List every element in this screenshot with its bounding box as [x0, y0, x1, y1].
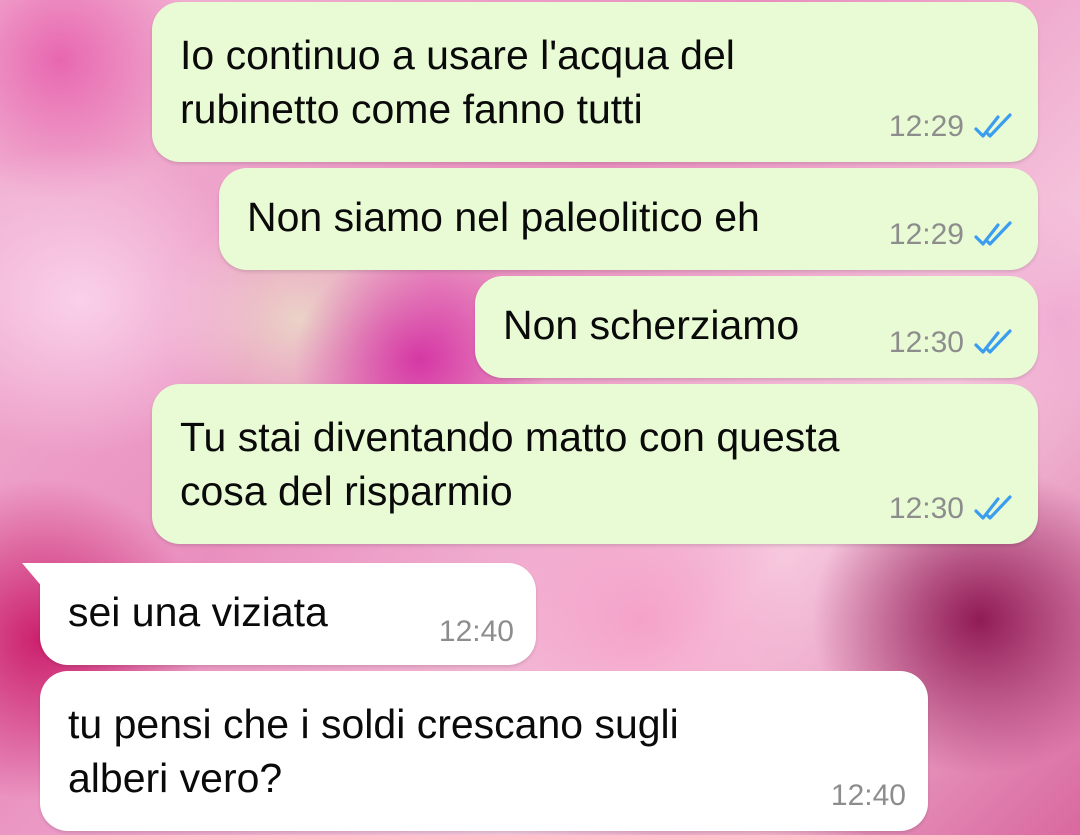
message-time: 12:40 [830, 779, 906, 812]
message-bubble-incoming[interactable]: sei una viziata 12:40 [22, 563, 536, 665]
message-bubble-outgoing[interactable]: Non siamo nel paleolitico eh 12:29 [219, 168, 1038, 270]
message-text: tu pensi che i soldi crescano sugli albe… [68, 701, 679, 801]
message-bubble-incoming[interactable]: tu pensi che i soldi crescano sugli albe… [40, 671, 928, 831]
message-text: Tu stai diventando matto con questa cosa… [180, 414, 840, 514]
message-bubble-outgoing[interactable]: Non scherziamo 12:30 [475, 276, 1038, 378]
message-time: 12:40 [438, 615, 514, 648]
message-time: 12:30 [888, 326, 964, 359]
double-check-read-icon [974, 495, 1012, 520]
message-bubble-outgoing[interactable]: Tu stai diventando matto con questa cosa… [152, 384, 1038, 544]
double-check-read-icon [974, 221, 1012, 246]
message-time: 12:29 [888, 218, 964, 251]
double-check-read-icon [974, 113, 1012, 138]
message-time: 12:29 [888, 110, 964, 143]
message-bubble-outgoing[interactable]: Io continuo a usare l'acqua del rubinett… [152, 2, 1038, 162]
message-text: Io continuo a usare l'acqua del rubinett… [180, 32, 735, 132]
message-time: 12:30 [888, 492, 964, 525]
double-check-read-icon [974, 329, 1012, 354]
